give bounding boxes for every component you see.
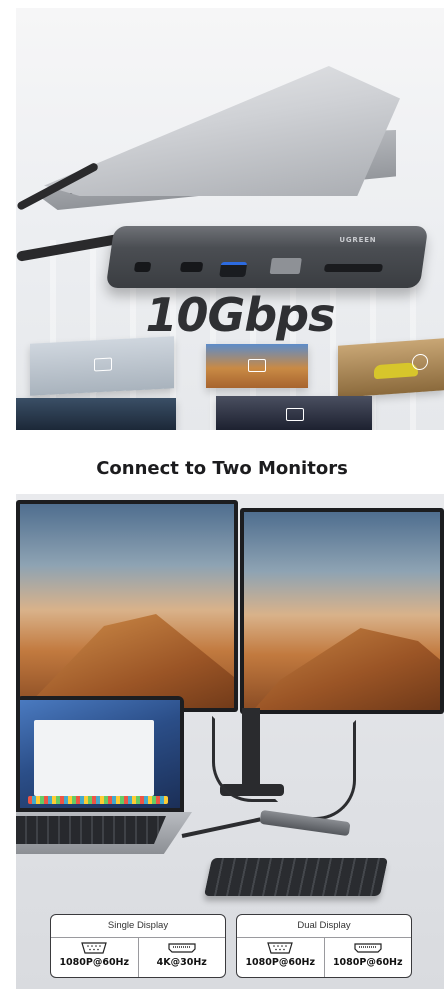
- usb-c-cable: [181, 817, 261, 838]
- usb-c-port: [179, 262, 204, 272]
- usb-a-port: [219, 262, 248, 277]
- image-icon: [248, 359, 266, 372]
- desktop-wallpaper: [20, 700, 180, 808]
- single-display-spec: Single Display 1080P@60Hz 4K@30Hz: [50, 914, 226, 978]
- files-thumbnail: [30, 336, 174, 396]
- hdmi-port-icon: [354, 943, 382, 953]
- section-title: Connect to Two Monitors: [96, 458, 348, 479]
- photo-thumbnail: [206, 344, 308, 388]
- card-reader-slot: [323, 264, 384, 272]
- ethernet-port: [269, 258, 302, 274]
- resolution-value: 1080P@60Hz: [332, 957, 403, 968]
- video-icon: [286, 408, 304, 421]
- play-icon: [412, 353, 428, 371]
- laptop-screen: [16, 696, 184, 812]
- monitor-cable: [300, 720, 356, 820]
- right-monitor: [240, 508, 444, 714]
- vga-spec-cell: 1080P@60Hz: [237, 938, 324, 977]
- usb-c-port: [133, 262, 152, 272]
- resolution-value: 1080P@60Hz: [245, 957, 316, 968]
- dune-shape: [244, 628, 440, 710]
- usb-c-hub: UGREEN: [105, 226, 429, 288]
- movie-thumbnail: [216, 396, 372, 430]
- hero-product-image: UGREEN 10Gbps: [16, 8, 444, 430]
- spec-heading: Single Display: [51, 915, 225, 938]
- laptop-lid: [44, 66, 400, 196]
- vga-port-icon: [81, 942, 108, 954]
- laptop-keyboard: [16, 816, 166, 844]
- left-monitor: [16, 500, 238, 712]
- vga-port-icon: [267, 942, 294, 954]
- hdmi-spec-cell: 1080P@60Hz: [323, 938, 412, 977]
- app-dock: [28, 796, 168, 804]
- dune-shape: [20, 614, 234, 708]
- spec-heading: Dual Display: [237, 915, 411, 938]
- file-icon: [94, 357, 112, 372]
- video-thumbnail: [338, 338, 444, 398]
- wireless-keyboard: [203, 858, 389, 896]
- desert-wallpaper: [244, 512, 440, 710]
- hdmi-port-icon: [168, 943, 196, 953]
- monitor-cable: [212, 716, 278, 802]
- hdmi-spec-cell: 4K@30Hz: [137, 938, 226, 977]
- file-window: [34, 720, 154, 796]
- dual-display-spec: Dual Display 1080P@60Hz 1080P@60Hz: [236, 914, 412, 978]
- hub-brand-logo: UGREEN: [339, 236, 377, 244]
- resolution-value: 4K@30Hz: [156, 957, 207, 968]
- desert-wallpaper: [20, 504, 234, 708]
- resolution-value: 1080P@60Hz: [59, 957, 130, 968]
- speed-label: 10Gbps: [145, 288, 335, 342]
- product-page: UGREEN 10Gbps Connect to Two Monitors Si…: [0, 0, 444, 989]
- vga-spec-cell: 1080P@60Hz: [51, 938, 138, 977]
- game-thumbnail: [16, 398, 176, 430]
